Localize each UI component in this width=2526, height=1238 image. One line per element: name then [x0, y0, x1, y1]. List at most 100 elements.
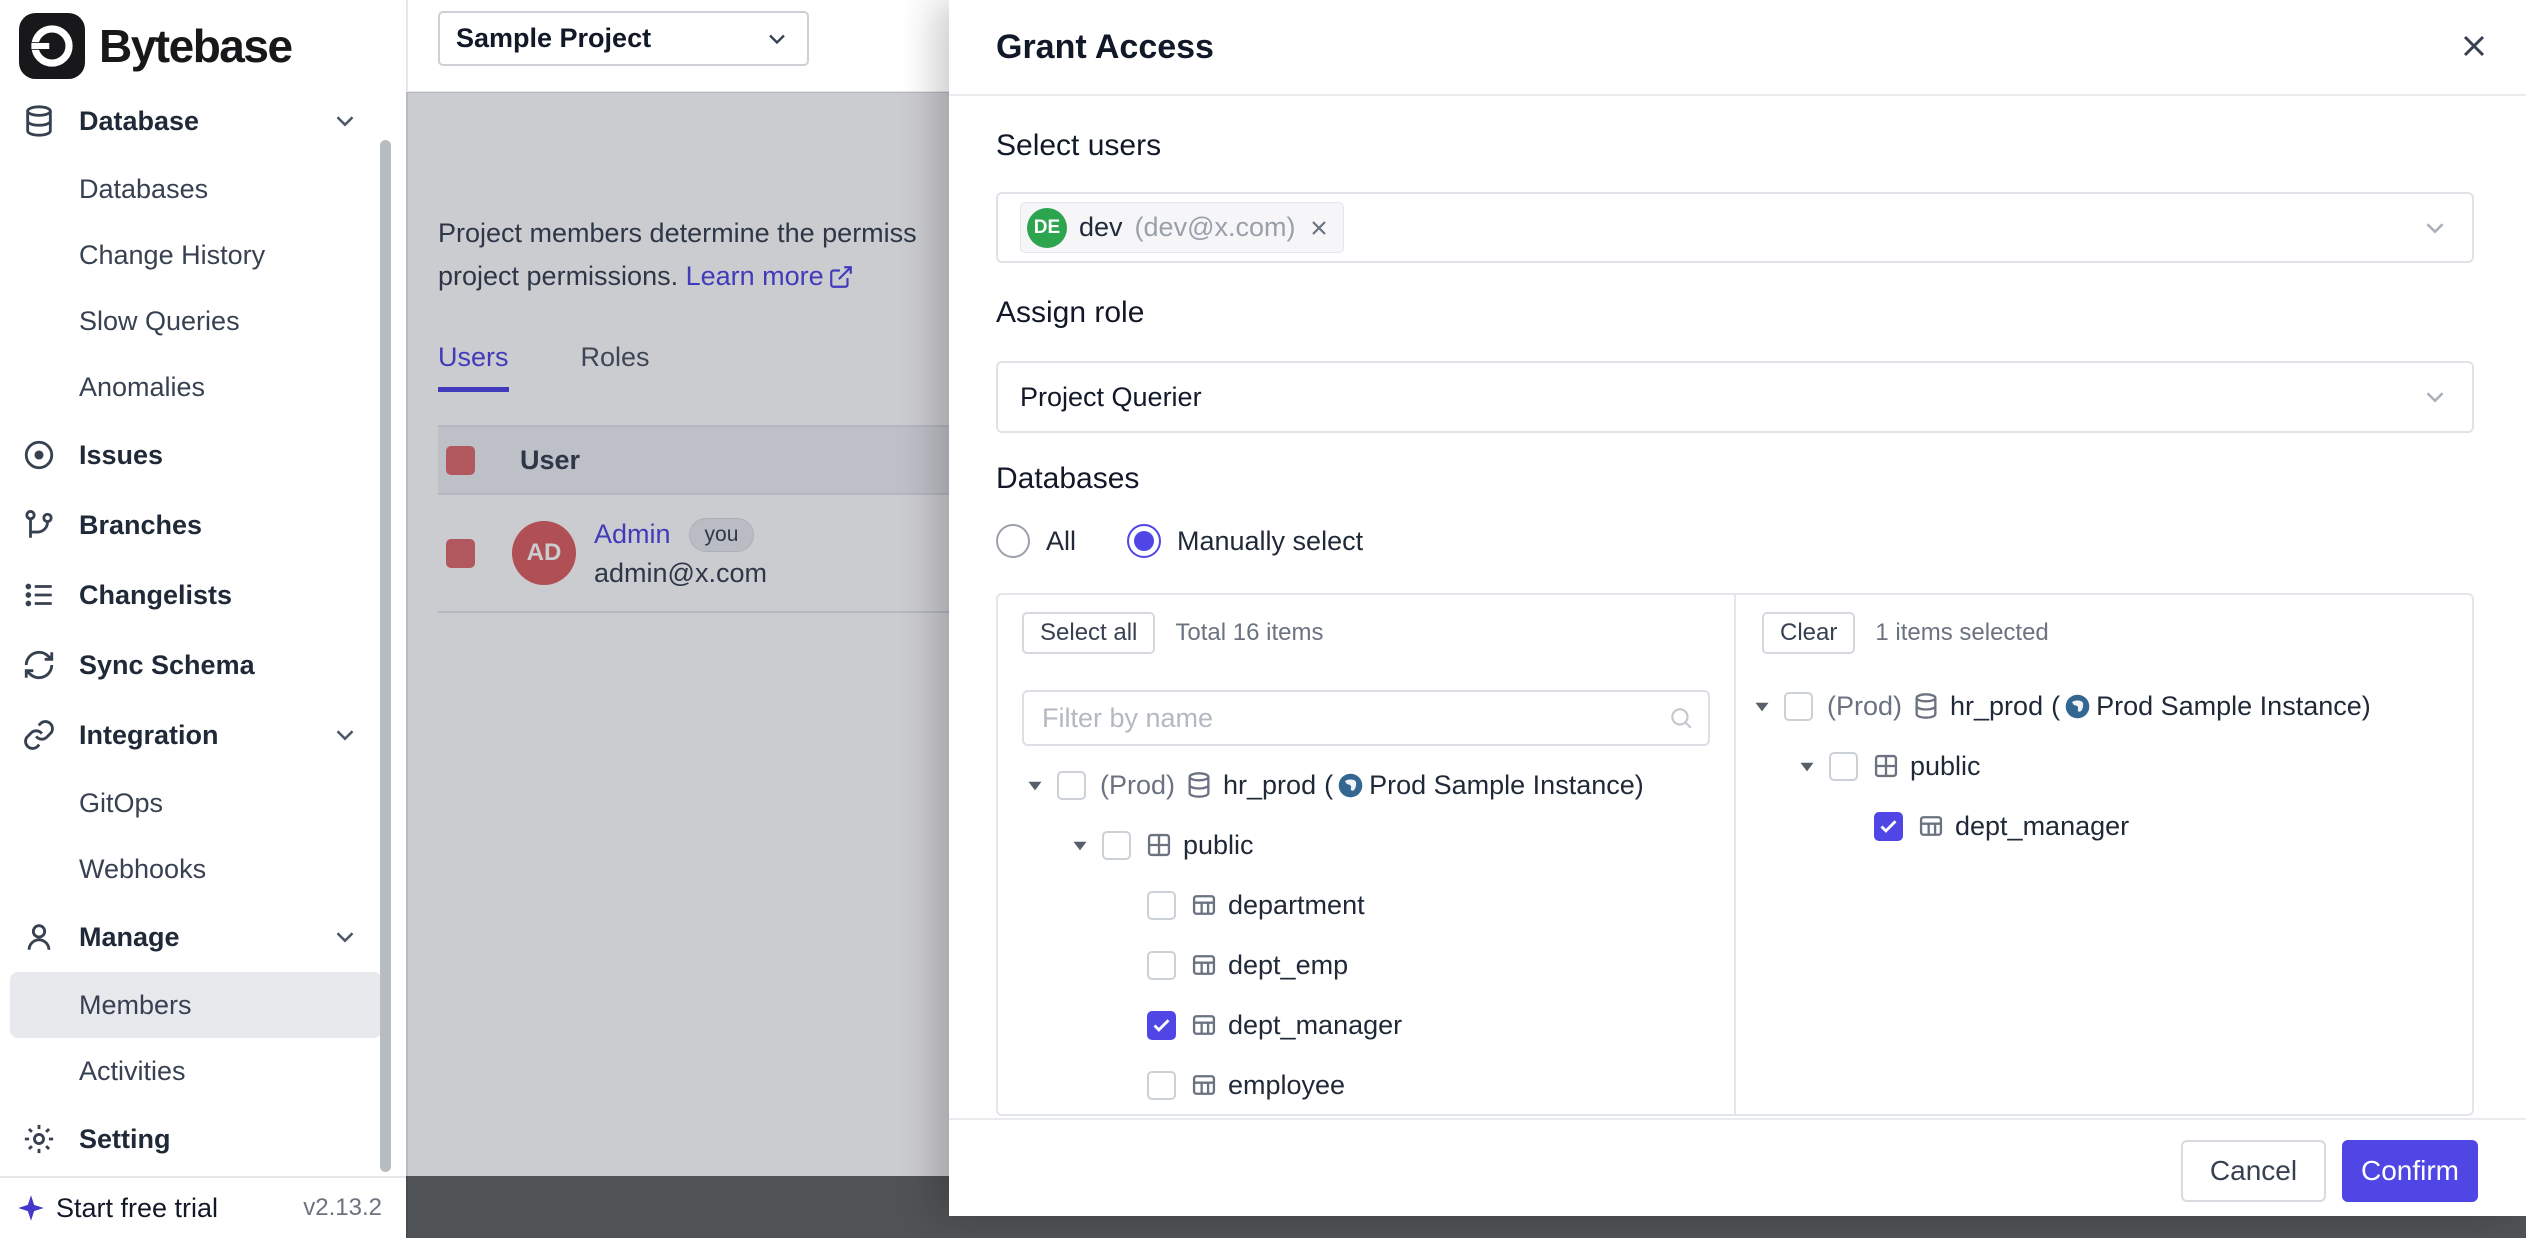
selected-user-chip: DE dev (dev@x.com) [1020, 202, 1344, 253]
bytebase-logo[interactable]: Bytebase [19, 13, 292, 79]
user-multiselect[interactable]: DE dev (dev@x.com) [996, 192, 2474, 263]
remove-user-icon[interactable] [1307, 216, 1331, 240]
tree-row-hr-prod: (Prod)hr_prod(Prod Sample Instance) [998, 755, 1734, 815]
tree-checkbox[interactable] [1784, 692, 1813, 721]
logo-text: Bytebase [99, 19, 292, 73]
transfer-source-pane: Select all Total 16 items (Prod)hr_prod(… [998, 595, 1736, 1114]
bytebase-logo-icon [19, 13, 85, 79]
sidebar-item-branches[interactable]: Branches [10, 490, 382, 560]
role-select[interactable]: Project Querier [996, 361, 2474, 433]
tree-checkbox[interactable] [1057, 771, 1086, 800]
tree-checkbox[interactable] [1829, 752, 1858, 781]
sidebar-item-label: Sync Schema [79, 650, 255, 681]
radio-all[interactable]: All [996, 524, 1076, 558]
sidebar-item-members[interactable]: Members [10, 972, 382, 1038]
databases-label: Databases [996, 462, 1139, 496]
sidebar-item-label: Slow Queries [79, 306, 240, 337]
sidebar-item-change-history[interactable]: Change History [10, 222, 382, 288]
circledot-icon [22, 438, 56, 472]
cancel-button[interactable]: Cancel [2181, 1140, 2326, 1202]
instance-label: Prod Sample Instance) [1369, 770, 1644, 801]
target-tree: (Prod)hr_prod(Prod Sample Instance)publi… [1736, 676, 2472, 856]
sidebar-item-label: Change History [79, 240, 265, 271]
radio-manual-label: Manually select [1177, 526, 1363, 557]
tree-checkbox[interactable] [1147, 1011, 1176, 1040]
table-icon [1917, 812, 1945, 840]
sidebar-item-webhooks[interactable]: Webhooks [10, 836, 382, 902]
sidebar-item-label: Setting [79, 1124, 171, 1155]
sidebar-item-label: Members [79, 990, 192, 1021]
radio-manual-circle[interactable] [1127, 524, 1161, 558]
check-icon [1878, 816, 1899, 837]
sidebar-item-label: Anomalies [79, 372, 205, 403]
sidebar-item-label: Changelists [79, 580, 232, 611]
instance-open-paren: ( [2051, 691, 2060, 722]
sidebar-item-label: Branches [79, 510, 202, 541]
start-free-trial-button[interactable]: Start free trial [16, 1193, 218, 1224]
chevron-down-icon [2420, 382, 2450, 412]
sidebar-item-setting[interactable]: Setting [10, 1104, 382, 1174]
tree-row-public: public [998, 815, 1734, 875]
app-root: Bytebase DatabaseDatabasesChange History… [0, 0, 2526, 1238]
tree-checkbox[interactable] [1147, 951, 1176, 980]
project-select-value: Sample Project [456, 23, 651, 54]
chip-user-email: (dev@x.com) [1135, 212, 1296, 243]
grid-icon [1145, 831, 1173, 859]
table-icon [1190, 1011, 1218, 1039]
clear-button[interactable]: Clear [1762, 612, 1855, 654]
database-icon [22, 104, 56, 138]
caret-down-icon[interactable] [1067, 832, 1093, 858]
caret-down-icon[interactable] [1749, 693, 1775, 719]
assign-role-label: Assign role [996, 296, 1144, 330]
select-all-button[interactable]: Select all [1022, 612, 1155, 654]
select-users-label: Select users [996, 129, 1161, 163]
sidebar-item-changelists[interactable]: Changelists [10, 560, 382, 630]
chevron-down-icon [330, 106, 360, 136]
sidebar-item-label: Integration [79, 720, 219, 751]
table-icon [1190, 951, 1218, 979]
sidebar-item-gitops[interactable]: GitOps [10, 770, 382, 836]
caret-down-icon[interactable] [1794, 753, 1820, 779]
radio-manually-select[interactable]: Manually select [1127, 524, 1363, 558]
sidebar-item-integration[interactable]: Integration [10, 700, 382, 770]
confirm-button[interactable]: Confirm [2342, 1140, 2478, 1202]
sidebar-item-sync-schema[interactable]: Sync Schema [10, 630, 382, 700]
sidebar-item-anomalies[interactable]: Anomalies [10, 354, 382, 420]
tree-checkbox[interactable] [1147, 1071, 1176, 1100]
radio-all-circle[interactable] [996, 524, 1030, 558]
sidebar-item-label: Activities [79, 1056, 186, 1087]
environment-label: (Prod) [1100, 770, 1175, 801]
sidebar-item-databases[interactable]: Databases [10, 156, 382, 222]
postgres-instance-icon [2064, 693, 2091, 720]
tree-checkbox[interactable] [1147, 891, 1176, 920]
project-select[interactable]: Sample Project [438, 11, 809, 66]
transfer-target-pane: Clear 1 items selected (Prod)hr_prod(Pro… [1736, 595, 2472, 1114]
footer-divider [949, 1118, 2526, 1120]
close-icon[interactable] [2456, 28, 2492, 64]
sync-icon [22, 648, 56, 682]
source-tree: (Prod)hr_prod(Prod Sample Instance)publi… [998, 755, 1734, 1114]
instance-label: Prod Sample Instance) [2096, 691, 2371, 722]
sidebar-item-issues[interactable]: Issues [10, 420, 382, 490]
caret-down-icon[interactable] [1022, 772, 1048, 798]
sidebar-item-database[interactable]: Database [10, 86, 382, 156]
tree-node-name: hr_prod [1223, 770, 1316, 801]
sidebar-scrollbar[interactable] [380, 140, 391, 1172]
sidebar-item-label: Manage [79, 922, 180, 953]
tree-node-name: department [1228, 890, 1365, 921]
sidebar-nav: DatabaseDatabases Change History Slow Quer… [0, 86, 392, 1174]
sidebar-item-manage[interactable]: Manage [10, 902, 382, 972]
tree-checkbox[interactable] [1874, 812, 1903, 841]
filter-input[interactable] [1022, 690, 1710, 746]
sidebar-item-slow-queries[interactable]: Slow Queries [10, 288, 382, 354]
drawer-title: Grant Access [996, 28, 1214, 67]
radio-all-label: All [1046, 526, 1076, 557]
sidebar-item-activities[interactable]: Activities [10, 1038, 382, 1104]
tree-node-name: dept_manager [1955, 811, 2129, 842]
user-icon [22, 920, 56, 954]
version-label: v2.13.2 [303, 1194, 382, 1222]
target-pane-header: Clear 1 items selected [1762, 612, 2472, 654]
tree-checkbox[interactable] [1102, 831, 1131, 860]
chevron-down-icon [2420, 213, 2450, 243]
chip-user-name: dev [1079, 212, 1123, 243]
